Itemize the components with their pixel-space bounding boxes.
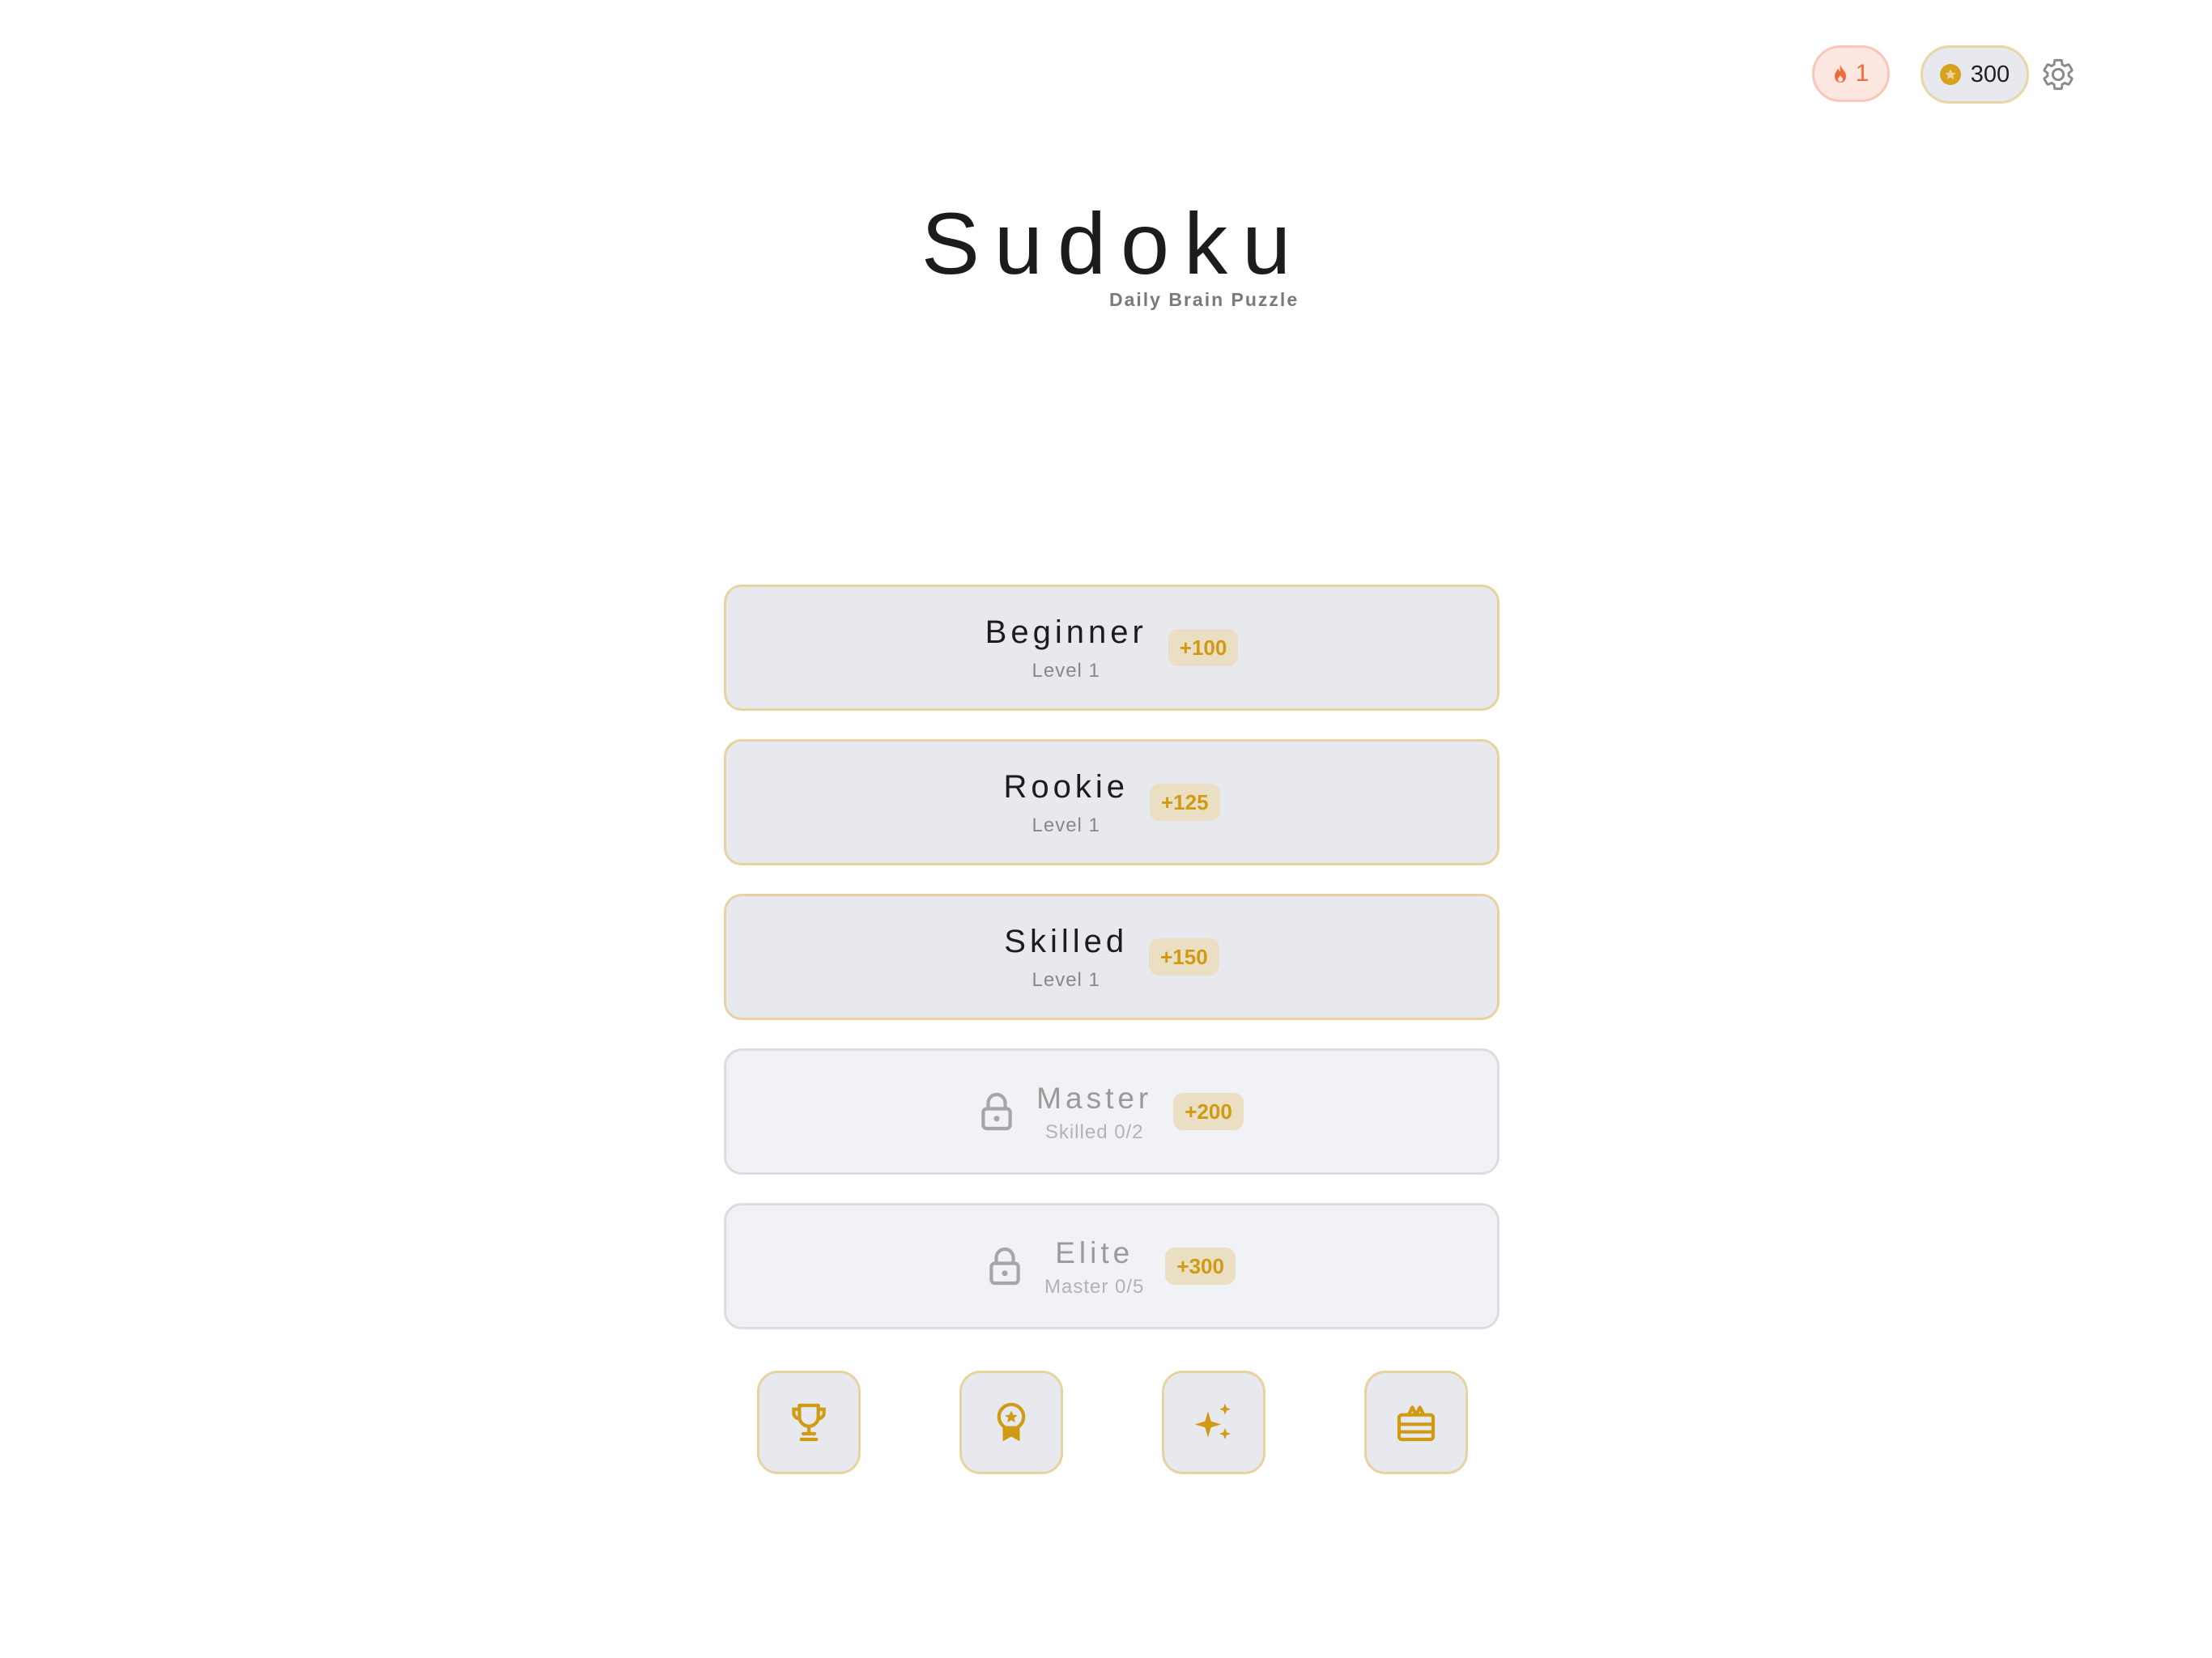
level-card-skilled[interactable]: Skilled Level 1 +150 — [724, 894, 1499, 1020]
level-list: Beginner Level 1 +100 Rookie Level 1 +12… — [724, 585, 1499, 1358]
level-card-beginner[interactable]: Beginner Level 1 +100 — [724, 585, 1499, 711]
daily-challenge-button[interactable] — [1162, 1371, 1266, 1474]
streak-badge[interactable]: 1 — [1812, 45, 1890, 102]
level-detail: Level 1 — [1032, 969, 1100, 991]
level-name: Skilled — [1004, 924, 1129, 959]
reward-badge: +200 — [1173, 1093, 1244, 1130]
lock-icon — [989, 1247, 1020, 1286]
level-name: Master — [1036, 1082, 1153, 1115]
level-card-rookie[interactable]: Rookie Level 1 +125 — [724, 739, 1499, 865]
level-name: Rookie — [1003, 769, 1129, 805]
home-screen: 1 300 Sudoku Daily Brain Puzzle Beginner… — [0, 0, 2212, 1658]
lock-icon — [981, 1092, 1012, 1131]
level-name: Elite — [1055, 1236, 1134, 1269]
level-card-master[interactable]: Master Skilled 0/2 +200 — [724, 1048, 1499, 1175]
trophy-icon — [792, 1403, 826, 1442]
coin-balance[interactable]: 300 — [1921, 45, 2029, 104]
level-detail: Level 1 — [1032, 814, 1100, 836]
app-title: Sudoku — [921, 194, 1306, 292]
reward-badge: +150 — [1149, 938, 1219, 976]
level-detail: Master 0/5 — [1044, 1276, 1145, 1298]
coin-amount: 300 — [1970, 61, 2010, 87]
level-detail: Level 1 — [1032, 660, 1100, 682]
coin-star-icon — [1939, 64, 1961, 85]
flame-icon — [1834, 65, 1846, 83]
reward-badge: +125 — [1149, 784, 1220, 821]
level-card-elite[interactable]: Elite Master 0/5 +300 — [724, 1203, 1499, 1329]
gear-icon[interactable] — [2040, 57, 2076, 92]
gift-box-icon — [1397, 1405, 1436, 1442]
rewards-button[interactable] — [1364, 1371, 1468, 1474]
award-badge-icon — [997, 1402, 1026, 1442]
reward-badge: +300 — [1165, 1248, 1236, 1285]
reward-badge: +100 — [1168, 629, 1239, 666]
sparkles-icon — [1194, 1403, 1231, 1439]
level-detail: Skilled 0/2 — [1044, 1121, 1144, 1143]
achievements-button[interactable] — [959, 1371, 1063, 1474]
leaderboard-button[interactable] — [757, 1371, 861, 1474]
app-subtitle: Daily Brain Puzzle — [1109, 289, 1300, 310]
level-name: Beginner — [985, 614, 1147, 650]
streak-count: 1 — [1855, 60, 1870, 87]
